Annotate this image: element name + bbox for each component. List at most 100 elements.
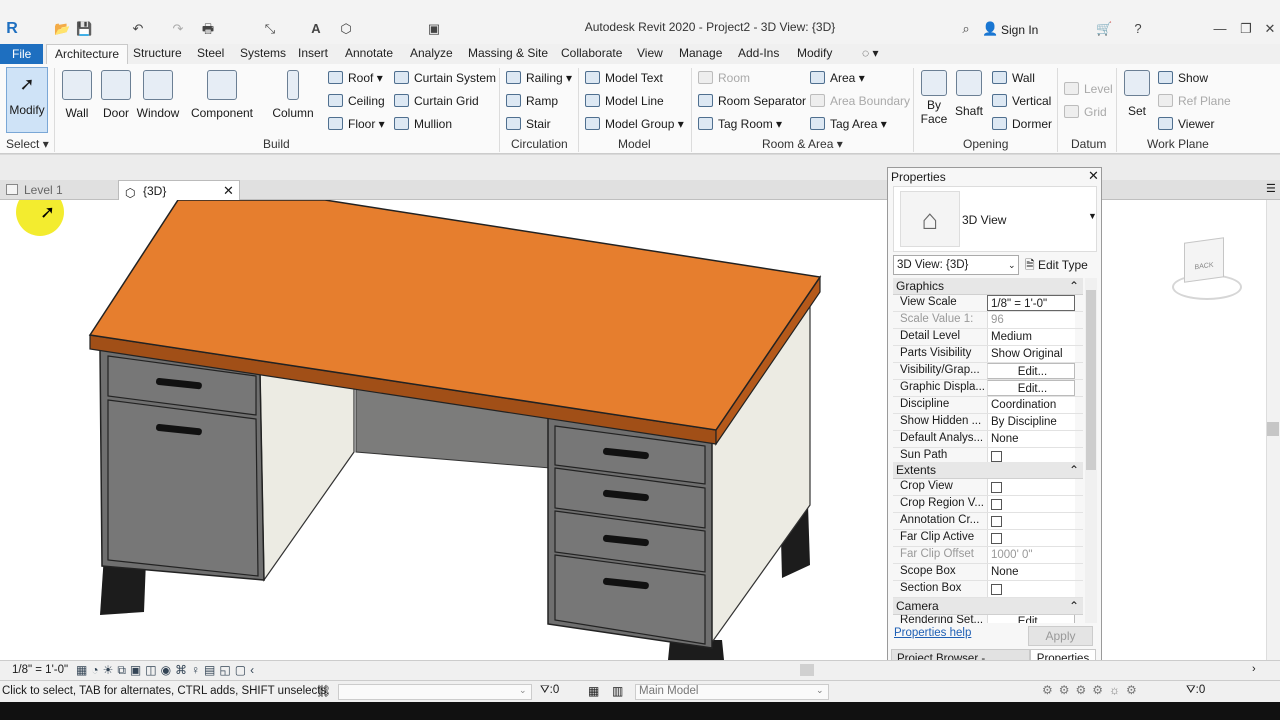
roof-button[interactable]: Roof ▾ <box>328 71 383 85</box>
by-face-button[interactable]: By Face <box>918 70 950 126</box>
room-area-panel-label[interactable]: Room & Area ▾ <box>762 137 843 151</box>
door-button[interactable]: Door <box>100 70 132 120</box>
property-row[interactable]: View Scale 1/8" = 1'-0" <box>893 295 1083 312</box>
property-row[interactable]: Visibility/Grap... Edit... <box>893 363 1083 380</box>
active-only-icon[interactable]: ▥ <box>612 684 623 698</box>
view-tab-3d[interactable]: ⬡ {3D} ✕ <box>118 180 240 200</box>
mullion-button[interactable]: Mullion <box>394 117 452 131</box>
type-dropdown-icon[interactable]: ▼ <box>1088 211 1097 221</box>
property-value[interactable]: Show Original <box>987 346 1075 362</box>
room-button[interactable]: Room <box>698 71 750 85</box>
property-checkbox[interactable] <box>991 516 1002 527</box>
property-value[interactable]: 1000' 0" <box>987 547 1075 563</box>
property-value[interactable]: By Discipline <box>987 414 1075 430</box>
tab-collaborate[interactable]: Collaborate <box>561 46 622 60</box>
property-row[interactable]: Scale Value 1: 96 <box>893 312 1083 329</box>
tab-massing-site[interactable]: Massing & Site <box>468 46 548 60</box>
property-row[interactable]: Crop Region V... <box>893 496 1083 513</box>
tab-analyze[interactable]: Analyze <box>410 46 453 60</box>
view-control-icons[interactable]: ▦◔☀⧉▣◫◉⌘♀▤◱▢‹ <box>76 663 258 678</box>
close-view-icon[interactable]: ✕ <box>223 181 234 201</box>
ref-plane-button[interactable]: Ref Plane <box>1158 94 1231 108</box>
property-value[interactable]: None <box>987 564 1075 580</box>
restore-icon[interactable]: ❐ <box>1238 21 1254 37</box>
dormer-button[interactable]: Dormer <box>992 117 1052 131</box>
model-group-button[interactable]: Model Group ▾ <box>585 117 684 131</box>
property-row[interactable]: Crop View <box>893 479 1083 496</box>
property-value[interactable]: None <box>987 431 1075 447</box>
vertical-button[interactable]: Vertical <box>992 94 1051 108</box>
type-selector[interactable]: ⌂ 3D View ▼ <box>893 186 1097 252</box>
selection-filter[interactable]: ⛛:0 <box>1186 684 1205 697</box>
floor-button[interactable]: Floor ▾ <box>328 117 385 131</box>
grid-button[interactable]: Grid <box>1064 105 1107 119</box>
tab-modify[interactable]: Modify <box>797 46 832 60</box>
tab-manage[interactable]: Manage <box>679 46 722 60</box>
viewer-button[interactable]: Viewer <box>1158 117 1214 131</box>
property-checkbox-cell[interactable] <box>987 479 1075 495</box>
component-button[interactable]: Component <box>190 70 254 120</box>
property-row[interactable]: Section Box <box>893 581 1083 598</box>
property-row[interactable]: Annotation Cr... <box>893 513 1083 530</box>
property-checkbox[interactable] <box>991 482 1002 493</box>
area-button[interactable]: Area ▾ <box>810 71 865 85</box>
modify-button[interactable]: ➚ Modify <box>6 67 48 133</box>
close-properties-icon[interactable]: ✕ <box>1088 168 1099 184</box>
ramp-button[interactable]: Ramp <box>506 94 558 108</box>
property-row[interactable]: Discipline Coordination <box>893 397 1083 414</box>
window-button[interactable]: Window <box>136 70 180 120</box>
help-icon[interactable]: ? <box>1130 21 1146 37</box>
view-cube-face[interactable]: BACK <box>1184 237 1224 283</box>
design-option-dropdown[interactable]: Main Model ⌄ <box>635 684 829 700</box>
tag-room-button[interactable]: Tag Room ▾ <box>698 117 782 131</box>
property-row[interactable]: Graphic Displa... Edit... <box>893 380 1083 397</box>
tab-view[interactable]: View <box>637 46 663 60</box>
property-value[interactable]: 96 <box>987 312 1075 328</box>
apply-button[interactable]: Apply <box>1028 626 1093 646</box>
close-icon[interactable]: ✕ <box>1262 21 1278 37</box>
ceiling-button[interactable]: Ceiling <box>328 94 385 108</box>
property-edit-button[interactable]: Edit... <box>987 615 1075 623</box>
design-options-icon[interactable]: ▦ <box>588 684 599 698</box>
edit-type-button[interactable]: 🗎 Edit Type <box>1025 256 1088 277</box>
property-row[interactable]: Far Clip Active <box>893 530 1083 547</box>
room-separator-button[interactable]: Room Separator <box>698 94 806 108</box>
sign-in-link[interactable]: Sign In <box>1001 23 1038 37</box>
property-edit-button[interactable]: Edit... <box>987 380 1075 396</box>
show-button[interactable]: Show <box>1158 71 1208 85</box>
property-checkbox-cell[interactable] <box>987 530 1075 546</box>
properties-scrollbar[interactable] <box>1085 278 1097 623</box>
tab-structure[interactable]: Structure <box>133 46 182 60</box>
column-button[interactable]: Column <box>270 70 316 120</box>
property-checkbox-cell[interactable] <box>987 581 1075 597</box>
property-checkbox[interactable] <box>991 451 1002 462</box>
property-edit-button[interactable]: Edit... <box>987 363 1075 379</box>
user-icon[interactable]: 👤 <box>982 21 998 37</box>
model-text-button[interactable]: Model Text <box>585 71 663 85</box>
property-checkbox-cell[interactable] <box>987 513 1075 529</box>
property-checkbox[interactable] <box>991 533 1002 544</box>
property-row[interactable]: Parts Visibility Show Original <box>893 346 1083 363</box>
property-row[interactable]: Scope Box None <box>893 564 1083 581</box>
scroll-right-icon[interactable]: › <box>1252 663 1256 675</box>
tab-annotate[interactable]: Annotate <box>345 46 393 60</box>
selection-toggle-icons[interactable]: ⚙⚙⚙⚙☼⚙ <box>1042 683 1143 697</box>
instance-selector[interactable]: 3D View: {3D} ⌄ <box>893 255 1019 275</box>
cart-icon[interactable]: 🛒 <box>1096 21 1112 37</box>
wall-opening-button[interactable]: Wall <box>992 71 1035 85</box>
properties-help-link[interactable]: Properties help <box>894 627 971 639</box>
property-checkbox[interactable] <box>991 584 1002 595</box>
property-value[interactable]: Medium <box>987 329 1075 345</box>
property-value[interactable]: 1/8" = 1'-0" <box>987 295 1075 311</box>
select-panel-label[interactable]: Select ▾ <box>6 137 49 151</box>
tab-add-ins[interactable]: Add-Ins <box>738 46 779 60</box>
view-tab-level-1[interactable]: Level 1 <box>0 180 118 200</box>
horizontal-scroll-thumb[interactable] <box>800 664 814 676</box>
property-row[interactable]: Show Hidden ... By Discipline <box>893 414 1083 431</box>
property-row[interactable]: Default Analys... None <box>893 431 1083 448</box>
editable-only-filter[interactable]: ⛛:0 <box>540 684 559 697</box>
extents-section-header[interactable]: Extents ⌃ <box>893 462 1083 479</box>
stair-button[interactable]: Stair <box>506 117 551 131</box>
property-checkbox-cell[interactable] <box>987 496 1075 512</box>
set-button[interactable]: Set <box>1122 70 1152 118</box>
